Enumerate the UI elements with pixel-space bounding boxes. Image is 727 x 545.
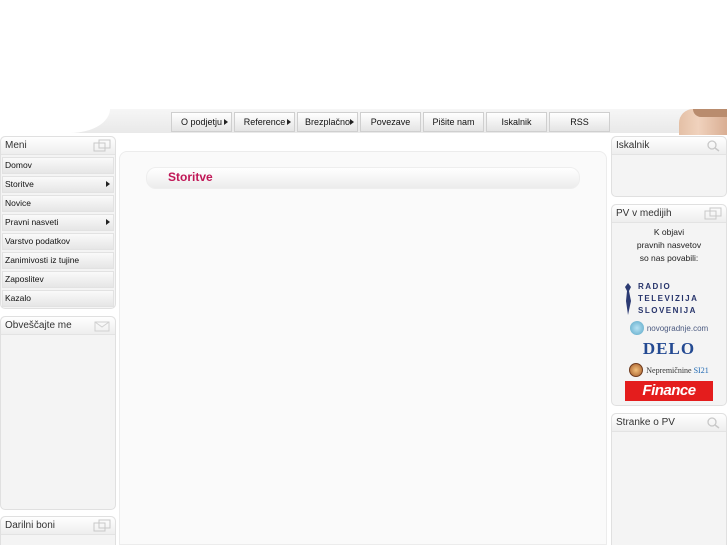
finance-logo[interactable]: Finance [612, 381, 726, 401]
finance-text: Finance [625, 381, 713, 401]
novogradnje-logo[interactable]: novogradnje.com [612, 321, 726, 335]
menu-panel: Meni Domov Storitve Novice Pravni nasvet… [0, 136, 116, 309]
media-panel: PV v medijih K objavi pravnih nasvetov s… [611, 204, 727, 406]
gift-panel: Darilni boni [0, 516, 116, 545]
arrow-right-icon [106, 219, 110, 225]
media-panel-title: PV v medijih [616, 208, 672, 219]
menu-item-label: Kazalo [5, 293, 31, 303]
rtv-logo[interactable]: RADIO TELEVIZIJA SLOVENIJA [622, 281, 716, 317]
menu-panel-header: Meni [1, 137, 115, 155]
nav-brezplacno[interactable]: Brezplačno [297, 112, 358, 132]
arrow-right-icon [287, 119, 291, 125]
main-nav: O podjetju Reference Brezplačno Povezave… [171, 112, 610, 132]
portrait-hair [693, 109, 727, 117]
media-text-line: K objavi [653, 227, 685, 237]
menu-list: Domov Storitve Novice Pravni nasveti Var… [1, 157, 115, 307]
nav-povezave[interactable]: Povezave [360, 112, 421, 132]
notify-panel: Obveščajte me [0, 316, 116, 510]
menu-item-label: Pravni nasveti [5, 217, 59, 227]
search-panel: Iskalnik [611, 136, 727, 197]
delo-text: DELO [642, 339, 696, 358]
search-icon [707, 417, 720, 429]
clients-panel-title: Stranke o PV [616, 417, 675, 428]
nav-iskalnik[interactable]: Iskalnik [486, 112, 547, 132]
gift-panel-title: Darilni boni [5, 520, 56, 531]
page-title: Storitve [168, 170, 213, 184]
menu-item-varstvo-podatkov[interactable]: Varstvo podatkov [2, 233, 114, 250]
delo-logo[interactable]: DELO [612, 339, 726, 359]
notify-panel-title: Obveščajte me [5, 320, 72, 331]
nav-label: Iskalnik [501, 117, 532, 127]
nav-label: O podjetju [180, 117, 223, 127]
mail-icon [94, 321, 110, 332]
media-text-line: so nas povabili: [639, 253, 699, 263]
nav-label: Reference [243, 117, 286, 127]
menu-item-label: Zaposlitev [5, 274, 44, 284]
rtv-line: SLOVENIJA [638, 306, 697, 315]
menu-item-zanimivosti[interactable]: Zanimivosti iz tujine [2, 252, 114, 269]
menu-item-label: Storitve [5, 179, 34, 189]
nepremicnine-seal-icon [629, 363, 644, 377]
window-icon [93, 139, 111, 152]
arrow-right-icon [106, 181, 110, 187]
media-text-line: pravnih nasvetov [636, 240, 702, 250]
clients-panel-header: Stranke o PV [612, 414, 726, 432]
menu-item-label: Domov [5, 160, 32, 170]
nepremicnine-logo[interactable]: Nepremičnine SI21 [612, 363, 726, 377]
nepremicnine-suffix: SI21 [693, 365, 709, 375]
menu-item-storitve[interactable]: Storitve [2, 176, 114, 193]
nepremicnine-text: Nepremičnine SI21 [646, 366, 708, 375]
menu-item-pravni-nasveti[interactable]: Pravni nasveti [2, 214, 114, 231]
search-panel-header: Iskalnik [612, 137, 726, 155]
menu-item-label: Zanimivosti iz tujine [5, 255, 80, 265]
nav-pisite-nam[interactable]: Pišite nam [423, 112, 484, 132]
nav-label: Brezplačno [304, 117, 351, 127]
notify-panel-header: Obveščajte me [1, 317, 115, 335]
menu-item-label: Varstvo podatkov [5, 236, 71, 246]
menu-item-label: Novice [5, 198, 31, 208]
media-intro-text: K objavi pravnih nasvetov so nas povabil… [612, 226, 726, 265]
search-icon [707, 140, 720, 152]
menu-panel-title: Meni [5, 140, 27, 151]
arrow-right-icon [224, 119, 228, 125]
rtv-line: TELEVIZIJA [638, 294, 699, 303]
nav-label: Povezave [370, 117, 411, 127]
arrow-right-icon [350, 119, 354, 125]
media-panel-header: PV v medijih [612, 205, 726, 223]
nav-label: RSS [570, 117, 589, 127]
window-icon [93, 519, 111, 532]
menu-item-kazalo[interactable]: Kazalo [2, 290, 114, 307]
rtv-figure-icon [625, 283, 631, 315]
clients-panel: Stranke o PV [611, 413, 727, 545]
header-portrait-image [679, 109, 727, 135]
menu-item-novice[interactable]: Novice [2, 195, 114, 212]
search-panel-title: Iskalnik [616, 140, 650, 151]
nav-o-podjetju[interactable]: O podjetju [171, 112, 232, 132]
gift-panel-header: Darilni boni [1, 517, 115, 535]
menu-item-zaposlitev[interactable]: Zaposlitev [2, 271, 114, 288]
rtv-logo-text: RADIO TELEVIZIJA SLOVENIJA [638, 281, 698, 317]
nepremicnine-name: Nepremičnine [646, 365, 692, 375]
nav-label: Pišite nam [432, 117, 475, 127]
nav-rss[interactable]: RSS [549, 112, 610, 132]
rtv-line: RADIO [638, 282, 672, 291]
main-content [119, 151, 607, 545]
menu-item-domov[interactable]: Domov [2, 157, 114, 174]
nav-reference[interactable]: Reference [234, 112, 295, 132]
novogradnje-text: novogradnje.com [646, 323, 709, 333]
window-icon [704, 207, 722, 220]
novogradnje-circle-icon [629, 321, 644, 335]
